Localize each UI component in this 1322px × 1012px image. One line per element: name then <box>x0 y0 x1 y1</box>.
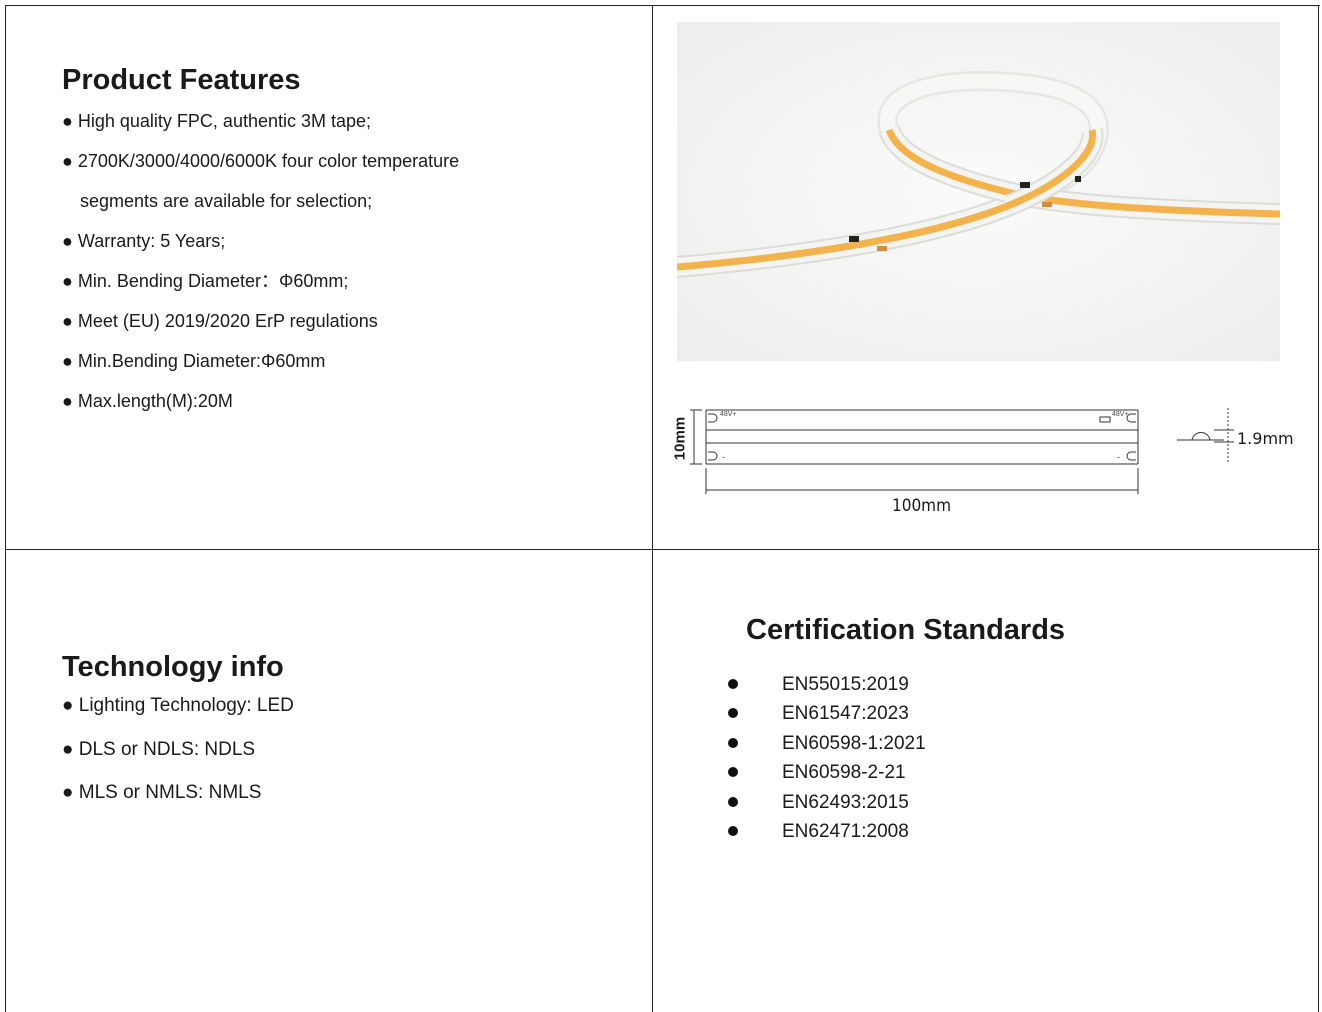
bullet-icon <box>728 826 738 836</box>
bullet-icon <box>728 679 738 689</box>
feature-item: ● Min.Bending Diameter:Φ60mm <box>62 351 326 371</box>
led-strip-photo <box>676 22 1281 361</box>
width-dimension-label: 100mm <box>892 496 951 516</box>
outer-border-right <box>1318 5 1319 1012</box>
bullet-icon <box>728 738 738 748</box>
technology-item: ● MLS or NMLS: NMLS <box>62 782 262 803</box>
bullet-icon <box>728 797 738 807</box>
voltage-label-right: 48V+ <box>1112 411 1129 418</box>
technology-item: ● Lighting Technology: LED <box>62 695 294 716</box>
minus-label-left: - <box>722 452 725 462</box>
feature-item: ● Min. Bending Diameter：Φ60mm; <box>62 271 349 291</box>
feature-item: ● Max.length(M):20M <box>62 391 233 411</box>
dimension-drawing: 48V+ 48V+ - - 10mm 100mm 1.9mm <box>672 398 1296 528</box>
led-strip-illustration <box>676 22 1281 361</box>
feature-item: ● Warranty: 5 Years; <box>62 231 226 251</box>
certification-cell: Certification Standards <box>653 550 1318 1012</box>
bullet-icon <box>728 708 738 718</box>
technology-info-cell: Technology info <box>6 550 652 1012</box>
thickness-dimension-label: 1.9mm <box>1237 429 1294 448</box>
technology-info-title: Technology info <box>62 651 284 683</box>
feature-item-continuation: segments are available for selection; <box>80 191 373 211</box>
minus-label-right: - <box>1117 452 1120 462</box>
feature-item: ● High quality FPC, authentic 3M tape; <box>62 111 372 131</box>
feature-item: ● 2700K/3000/4000/6000K four color tempe… <box>62 151 460 171</box>
certification-title: Certification Standards <box>746 614 1066 646</box>
dimension-drawing-lines <box>690 408 1234 494</box>
height-dimension-label: 10mm <box>671 416 689 461</box>
voltage-label-left: 48V+ <box>720 411 737 418</box>
product-features-title: Product Features <box>62 64 301 96</box>
technology-item: ● DLS or NDLS: NDLS <box>62 739 256 760</box>
bullet-icon <box>728 767 738 777</box>
feature-item: ● Meet (EU) 2019/2020 ErP regulations <box>62 311 378 331</box>
